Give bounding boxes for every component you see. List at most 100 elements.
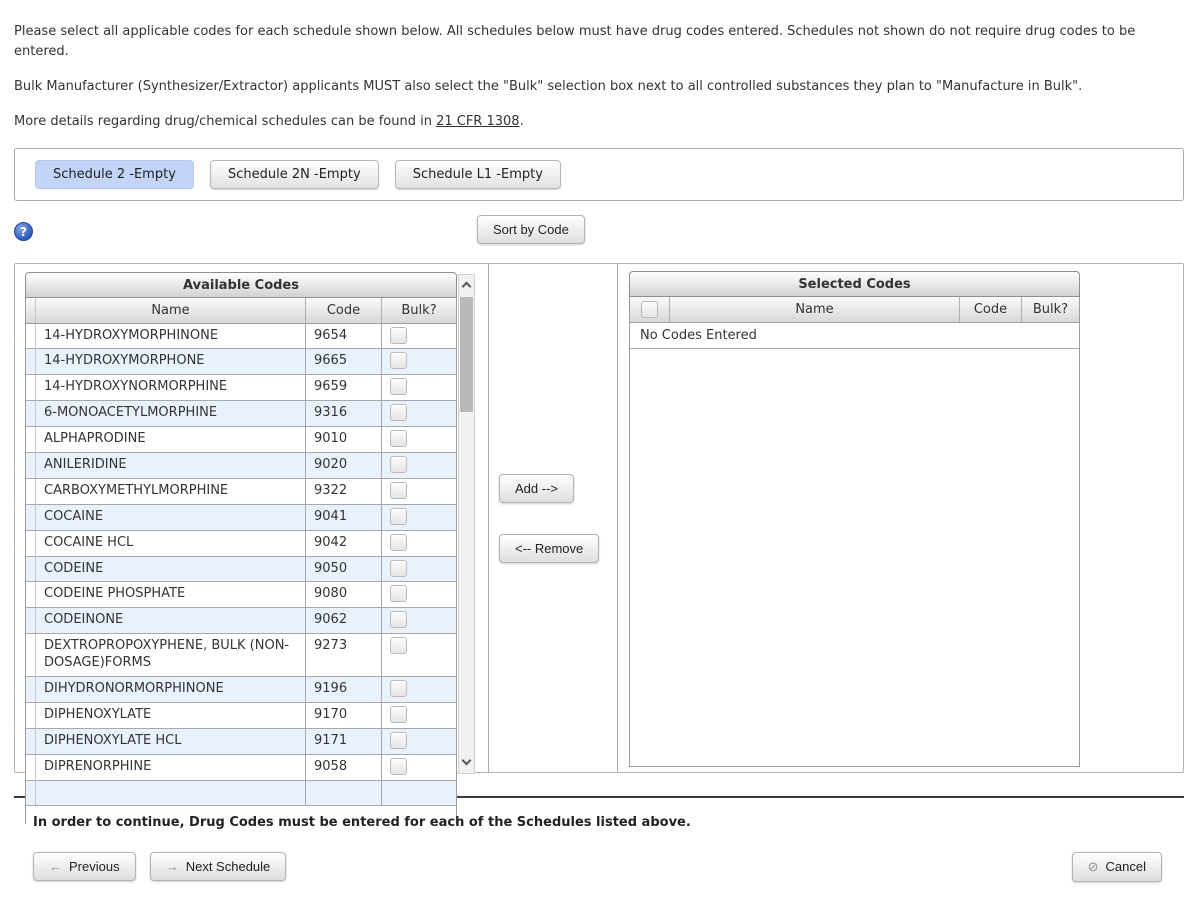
cancel-button-label: Cancel bbox=[1105, 859, 1146, 875]
sort-by-code-button[interactable]: Sort by Code bbox=[477, 214, 585, 244]
drug-code-cell: 9058 bbox=[306, 754, 382, 780]
drug-name-cell: CODEINE bbox=[36, 556, 306, 582]
bulk-checkbox[interactable] bbox=[390, 637, 407, 655]
scroll-up-button[interactable] bbox=[459, 275, 474, 295]
drug-code-cell: 9062 bbox=[306, 608, 382, 634]
bulk-cell bbox=[382, 401, 448, 426]
drug-code-cell: 9020 bbox=[306, 453, 382, 478]
right-arrow-icon: → bbox=[165, 858, 179, 874]
drug-code-selection-page: Please select all applicable codes for e… bbox=[0, 0, 1198, 899]
drug-code-cell: 9042 bbox=[306, 530, 382, 556]
table-row[interactable]: DEXTROPROPOXYPHENE, BULK (NON-DOSAGE)FOR… bbox=[26, 634, 456, 678]
drug-code-cell: 9171 bbox=[306, 728, 382, 754]
cfr-1308-link[interactable]: 21 CFR 1308 bbox=[436, 114, 519, 129]
table-row[interactable]: DIHYDRONORMORPHINONE 9196 bbox=[26, 677, 456, 703]
bulk-checkbox[interactable] bbox=[390, 456, 407, 474]
tab-schedule-l1[interactable]: Schedule L1 -Empty bbox=[394, 159, 561, 189]
table-row[interactable]: COCAINE 9041 bbox=[26, 504, 456, 531]
bulk-checkbox[interactable] bbox=[390, 705, 407, 723]
select-all-cell bbox=[630, 296, 670, 322]
next-button-label: Next Schedule bbox=[185, 858, 271, 874]
available-codes-title: Available Codes bbox=[25, 271, 457, 298]
drug-name-cell: COCAINE HCL bbox=[36, 530, 306, 556]
table-row-partial bbox=[26, 780, 456, 806]
table-row[interactable]: DIPHENOXYLATE 9170 bbox=[26, 702, 456, 729]
bulk-checkbox[interactable] bbox=[390, 757, 407, 775]
table-row[interactable]: 6-MONOACETYLMORPHINE 9316 bbox=[26, 401, 456, 428]
table-row[interactable]: CODEINE PHOSPHATE 9080 bbox=[26, 582, 456, 609]
row-selector-cell bbox=[26, 375, 36, 401]
table-row[interactable]: DIPHENOXYLATE HCL 9171 bbox=[26, 728, 456, 755]
table-row[interactable]: CODEINONE 9062 bbox=[26, 608, 456, 635]
bulk-checkbox[interactable] bbox=[390, 430, 407, 448]
bulk-checkbox[interactable] bbox=[390, 378, 407, 396]
name-column-header[interactable]: Name bbox=[670, 296, 960, 322]
table-row[interactable]: 14-HYDROXYNORMORPHINE 9659 bbox=[26, 375, 456, 402]
drug-name-cell: 14-HYDROXYMORPHINONE bbox=[36, 323, 306, 349]
bulk-checkbox[interactable] bbox=[390, 611, 407, 629]
bulk-cell bbox=[382, 729, 448, 754]
bulk-checkbox[interactable] bbox=[390, 507, 407, 525]
dual-list-container: Available Codes Name Code Bulk? 14-HYDRO… bbox=[14, 262, 1184, 824]
drug-code-cell: 9170 bbox=[306, 702, 382, 728]
bulk-checkbox[interactable] bbox=[390, 352, 407, 370]
bulk-checkbox[interactable] bbox=[390, 481, 407, 499]
bulk-column-header: Bulk? bbox=[1032, 301, 1069, 317]
bulk-checkbox[interactable] bbox=[390, 326, 407, 344]
table-row[interactable]: ALPHAPRODINE 9010 bbox=[26, 427, 456, 454]
bulk-cell bbox=[382, 324, 448, 349]
left-arrow-icon: ← bbox=[49, 858, 62, 874]
help-icon[interactable]: ? bbox=[14, 221, 33, 241]
select-all-checkbox[interactable] bbox=[641, 300, 658, 318]
drug-code-cell: 9041 bbox=[306, 504, 382, 530]
tab-schedule-2[interactable]: Schedule 2 -Empty bbox=[35, 159, 194, 189]
drug-name-cell: DEXTROPROPOXYPHENE, BULK (NON-DOSAGE)FOR… bbox=[36, 634, 306, 677]
transfer-buttons-column: Add --> <-- Remove bbox=[488, 263, 618, 772]
bulk-checkbox[interactable] bbox=[390, 585, 407, 603]
row-selector-cell bbox=[26, 323, 36, 349]
drug-name-cell: ALPHAPRODINE bbox=[36, 427, 306, 453]
drug-name-cell: COCAINE bbox=[36, 504, 306, 530]
row-selector-cell bbox=[26, 702, 36, 728]
table-row[interactable]: CARBOXYMETHYLMORPHINE 9322 bbox=[26, 478, 456, 505]
row-selector-cell bbox=[26, 504, 36, 530]
drug-name-cell: DIPHENOXYLATE bbox=[36, 702, 306, 728]
continue-notice: In order to continue, Drug Codes must be… bbox=[33, 814, 691, 830]
no-codes-entered-row: No Codes Entered bbox=[630, 323, 1079, 349]
row-selector-cell bbox=[26, 634, 36, 677]
table-row[interactable]: 14-HYDROXYMORPHONE 9665 bbox=[26, 349, 456, 376]
drug-name-cell: ANILERIDINE bbox=[36, 453, 306, 478]
scrollbar-thumb[interactable] bbox=[460, 296, 473, 412]
table-row[interactable]: CODEINE 9050 bbox=[26, 556, 456, 583]
bulk-checkbox[interactable] bbox=[390, 731, 407, 749]
available-codes-scrollbar[interactable] bbox=[458, 273, 475, 774]
bulk-checkbox[interactable] bbox=[390, 680, 407, 698]
bulk-cell bbox=[382, 453, 448, 478]
add-button[interactable]: Add --> bbox=[499, 473, 574, 503]
drug-code-cell: 9659 bbox=[306, 375, 382, 401]
table-row[interactable]: DIPRENORPHINE 9058 bbox=[26, 754, 456, 781]
name-column-header[interactable]: Name bbox=[36, 297, 306, 323]
table-row[interactable]: COCAINE HCL 9042 bbox=[26, 530, 456, 557]
bulk-checkbox[interactable] bbox=[390, 559, 407, 577]
drug-name-cell: DIPHENOXYLATE HCL bbox=[36, 728, 306, 754]
footer-right-buttons: ⊘ Cancel bbox=[1071, 851, 1162, 882]
table-row[interactable]: ANILERIDINE 9020 bbox=[26, 453, 456, 479]
table-row[interactable]: 14-HYDROXYMORPHINONE 9654 bbox=[26, 323, 456, 350]
tab-schedule-2n[interactable]: Schedule 2N -Empty bbox=[210, 159, 379, 189]
row-selector-cell bbox=[26, 453, 36, 478]
code-column-header[interactable]: Code bbox=[306, 297, 382, 323]
scroll-down-button[interactable] bbox=[459, 753, 474, 773]
bulk-checkbox[interactable] bbox=[390, 404, 407, 422]
drug-code-cell: 9196 bbox=[306, 677, 382, 702]
cancel-button[interactable]: ⊘ Cancel bbox=[1071, 851, 1162, 882]
row-selector-cell bbox=[26, 427, 36, 453]
previous-button[interactable]: ← Previous bbox=[33, 851, 136, 881]
selector-column-header bbox=[26, 297, 36, 323]
code-column-header[interactable]: Code bbox=[960, 296, 1022, 322]
next-schedule-button[interactable]: → Next Schedule bbox=[149, 851, 287, 881]
selected-codes-column-headers: Name Code Bulk? bbox=[630, 296, 1079, 323]
bulk-checkbox[interactable] bbox=[390, 533, 407, 551]
remove-button[interactable]: <-- Remove bbox=[499, 533, 600, 563]
row-selector-cell bbox=[26, 754, 36, 780]
